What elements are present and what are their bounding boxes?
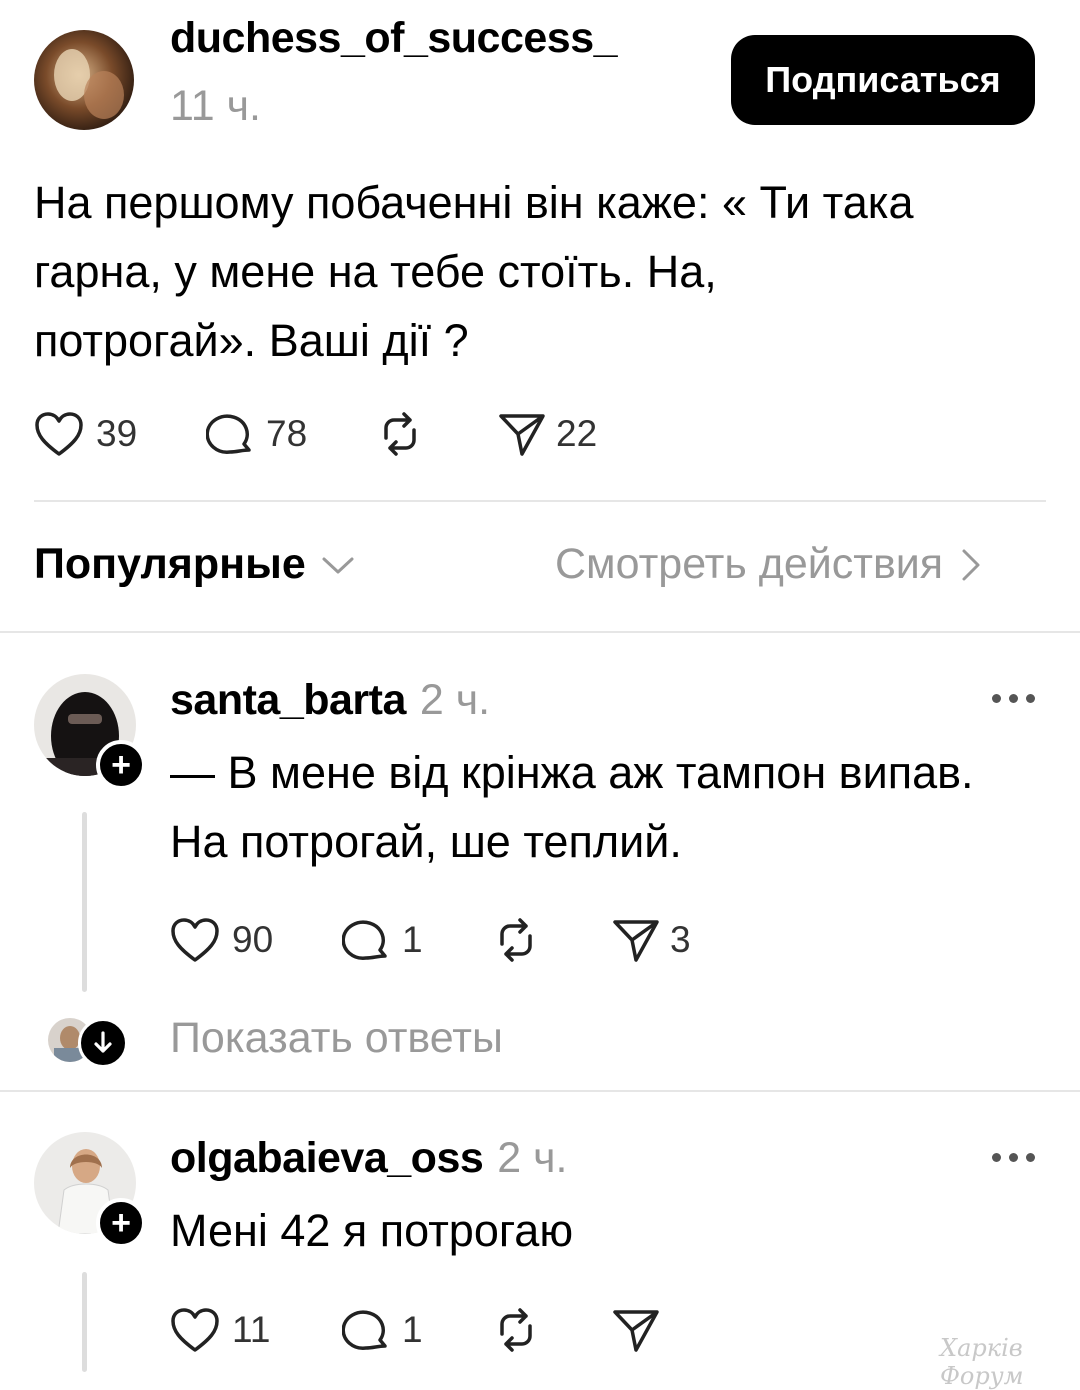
view-activity-link[interactable]: Смотреть действия (555, 540, 983, 589)
comment-count: 1 (402, 1309, 423, 1350)
repost-icon (500, 918, 532, 962)
post-divider (34, 500, 1046, 502)
post-author-avatar[interactable] (34, 30, 134, 130)
comment-count: 78 (266, 413, 308, 454)
like-count: 90 (232, 919, 274, 960)
comment-bubble-icon (342, 1310, 387, 1350)
reply-divider (0, 1090, 1080, 1092)
follow-plus-icon[interactable]: + (96, 1198, 146, 1248)
comment-bubble-icon (206, 414, 251, 454)
thread-line (82, 1272, 87, 1372)
share-button[interactable] (612, 1306, 732, 1354)
heart-icon (171, 918, 219, 962)
send-icon (613, 920, 659, 962)
post-text-line: потрогай». Ваші дії ? (34, 315, 469, 366)
arrow-down-icon[interactable] (78, 1018, 128, 1068)
like-button[interactable]: 11 (170, 1307, 342, 1353)
more-dots-icon[interactable] (992, 1153, 1035, 1162)
more-dots-icon[interactable] (992, 694, 1035, 703)
show-replies-button[interactable]: Показать ответы (170, 1014, 503, 1063)
section-divider (0, 631, 1080, 633)
post-author-name[interactable]: duchess_of_success_ (170, 14, 618, 63)
chevron-right-icon (962, 549, 980, 580)
share-count: 22 (556, 413, 598, 454)
post-time: 11 ч. (170, 82, 261, 130)
like-button[interactable]: 39 (34, 411, 206, 457)
reply-time: 2 ч. (419, 676, 491, 724)
reply-text-line: — В мене від крінжа аж тампон випав. (170, 747, 974, 798)
repost-icon (384, 412, 416, 456)
sort-label: Популярные (34, 540, 306, 588)
comment-button[interactable]: 78 (206, 410, 376, 458)
comment-bubble-icon (342, 920, 387, 960)
like-count: 11 (232, 1309, 271, 1350)
thread-line (82, 812, 87, 992)
reply-text-line: Мені 42 я потрогаю (170, 1205, 574, 1256)
comment-button[interactable]: 1 (342, 1306, 492, 1354)
post-text-line: гарна, у мене на тебе стоїть. На, (34, 246, 717, 297)
heart-icon (35, 412, 83, 456)
reply-time: 2 ч. (497, 1134, 568, 1182)
repost-button[interactable] (492, 916, 612, 964)
send-icon (499, 414, 545, 456)
share-count: 3 (670, 919, 691, 960)
send-icon (613, 1310, 659, 1352)
follow-plus-icon[interactable]: + (96, 740, 146, 790)
reply-actions: 11 1 (170, 1306, 732, 1354)
reply-author-name[interactable]: santa_barta (170, 676, 406, 725)
like-count: 39 (96, 413, 138, 454)
post-text-line: На першому побаченні він каже: « Ти така (34, 177, 914, 228)
repost-button[interactable] (376, 410, 498, 458)
reply-text: — В мене від крінжа аж тампон випав. На … (170, 738, 1060, 876)
reply-text-line: На потрогай, ше теплий. (170, 816, 682, 867)
follow-button[interactable]: Подписаться (731, 35, 1035, 125)
comment-button[interactable]: 1 (342, 916, 492, 964)
avatar-image (34, 30, 134, 130)
post-actions: 39 78 22 (34, 410, 638, 458)
share-button[interactable]: 3 (612, 916, 732, 964)
reply-actions: 90 1 3 (170, 916, 732, 964)
post-text: На першому побаченні він каже: « Ти така… (34, 168, 1044, 375)
repost-icon (500, 1308, 532, 1352)
reply-text: Мені 42 я потрогаю (170, 1196, 1060, 1265)
reply-header: olgabaieva_oss 2 ч. (170, 1134, 568, 1183)
reply-author-name[interactable]: olgabaieva_oss (170, 1134, 484, 1183)
comment-count: 1 (402, 919, 423, 960)
repost-button[interactable] (492, 1306, 612, 1354)
view-activity-label: Смотреть действия (555, 540, 944, 588)
watermark: Харків Форум (940, 1334, 1024, 1390)
share-button[interactable]: 22 (498, 410, 638, 458)
sort-dropdown[interactable]: Популярные (34, 540, 356, 589)
like-button[interactable]: 90 (170, 917, 342, 963)
reply-header: santa_barta 2 ч. (170, 676, 490, 725)
heart-icon (171, 1308, 219, 1352)
chevron-down-icon (322, 557, 354, 573)
